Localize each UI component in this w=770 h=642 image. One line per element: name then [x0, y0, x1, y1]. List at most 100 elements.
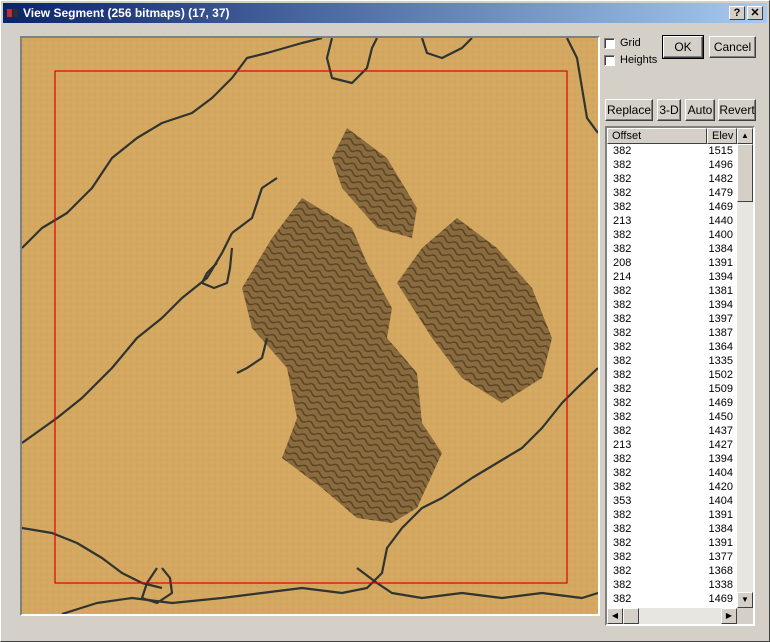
list-item[interactable]: 382 1335	[607, 354, 737, 368]
elev-cell: 1335	[708, 355, 733, 367]
elev-cell: 1394	[708, 271, 733, 283]
list-item[interactable]: 382 1482	[607, 172, 737, 186]
scrollbar-corner	[737, 608, 753, 624]
elev-cell: 1394	[708, 299, 733, 311]
list-item[interactable]: 382 1338	[607, 578, 737, 592]
scroll-up-icon[interactable]: ▲	[737, 128, 753, 144]
elev-cell: 1515	[708, 145, 733, 157]
title-bar[interactable]: View Segment (256 bitmaps) (17, 37) ? ✕	[3, 3, 767, 23]
offset-cell: 382	[613, 285, 632, 297]
list-item[interactable]: 382 1391	[607, 536, 737, 550]
list-item[interactable]: 382 1381	[607, 284, 737, 298]
list-item[interactable]: 382 1384	[607, 522, 737, 536]
list-item[interactable]: 382 1387	[607, 326, 737, 340]
list-item[interactable]: 382 1469	[607, 200, 737, 214]
vertical-scrollbar[interactable]: ▲ ▼	[737, 128, 753, 608]
elev-cell: 1427	[708, 439, 733, 451]
hscroll-thumb[interactable]	[623, 608, 639, 624]
list-item[interactable]: 382 1437	[607, 424, 737, 438]
list-item[interactable]: 213 1440	[607, 214, 737, 228]
offset-cell: 214	[613, 271, 632, 283]
list-item[interactable]: 382 1394	[607, 452, 737, 466]
scroll-right-icon[interactable]: ▶	[721, 608, 737, 624]
list-item[interactable]: 382 1502	[607, 368, 737, 382]
app-icon	[7, 9, 18, 17]
elev-cell: 1469	[708, 397, 733, 409]
offset-cell: 382	[613, 565, 632, 577]
offset-cell: 382	[613, 425, 632, 437]
elev-cell: 1440	[708, 215, 733, 227]
list-item[interactable]: 208 1391	[607, 256, 737, 270]
scroll-down-icon[interactable]: ▼	[737, 592, 753, 608]
list-item[interactable]: 382 1368	[607, 564, 737, 578]
revert-button[interactable]: Revert	[718, 99, 756, 121]
scroll-thumb[interactable]	[737, 144, 753, 202]
offset-elevation-list[interactable]: Offset Elev 382 1515 382 1496 382 1482 382 1479…	[605, 126, 755, 626]
close-button[interactable]: ✕	[747, 6, 763, 20]
elev-cell: 1420	[708, 481, 733, 493]
list-item[interactable]: 382 1384	[607, 242, 737, 256]
elev-cell: 1469	[708, 593, 733, 605]
list-item[interactable]: 382 1469	[607, 592, 737, 606]
list-item[interactable]: 382 1450	[607, 410, 737, 424]
list-item[interactable]: 382 1364	[607, 340, 737, 354]
offset-cell: 382	[613, 341, 632, 353]
list-item[interactable]: 213 1427	[607, 438, 737, 452]
column-header-elev[interactable]: Elev	[707, 128, 737, 144]
heights-label: Heights	[620, 54, 658, 66]
list-item[interactable]: 214 1394	[607, 270, 737, 284]
elev-cell: 1391	[708, 509, 733, 521]
list-item[interactable]: 382 1397	[607, 312, 737, 326]
list-item[interactable]: 382 1400	[607, 228, 737, 242]
terrain-viewport[interactable]	[20, 36, 600, 616]
elev-cell: 1391	[708, 257, 733, 269]
elev-cell: 1502	[708, 369, 733, 381]
list-item[interactable]: 382 1420	[607, 480, 737, 494]
elev-cell: 1377	[708, 551, 733, 563]
offset-cell: 382	[613, 453, 632, 465]
offset-cell: 382	[613, 159, 632, 171]
horizontal-scrollbar[interactable]: ◀ ▶	[607, 608, 753, 624]
grid-option[interactable]: Grid	[604, 36, 641, 50]
offset-cell: 213	[613, 215, 632, 227]
offset-cell: 213	[613, 439, 632, 451]
offset-cell: 382	[613, 313, 632, 325]
list-item[interactable]: 382 1391	[607, 508, 737, 522]
column-header-offset[interactable]: Offset	[607, 128, 707, 144]
elev-cell: 1450	[708, 411, 733, 423]
grid-checkbox[interactable]	[604, 37, 615, 49]
offset-cell: 208	[613, 257, 632, 269]
offset-cell: 382	[613, 355, 632, 367]
list-item[interactable]: 382 1479	[607, 186, 737, 200]
offset-cell: 382	[613, 579, 632, 591]
elev-cell: 1404	[708, 495, 733, 507]
elev-cell: 1437	[708, 425, 733, 437]
list-item[interactable]: 382 1515	[607, 144, 737, 158]
window-title: View Segment (256 bitmaps) (17, 37)	[23, 6, 230, 20]
cancel-button[interactable]: Cancel	[709, 36, 756, 58]
list-item[interactable]: 353 1404	[607, 494, 737, 508]
list-item[interactable]: 382 1377	[607, 550, 737, 564]
list-item[interactable]: 382 1509	[607, 382, 737, 396]
list-item[interactable]: 382 1496	[607, 158, 737, 172]
elev-cell: 1384	[708, 523, 733, 535]
ok-button[interactable]: OK	[662, 35, 704, 59]
list-item[interactable]: 382 1394	[607, 298, 737, 312]
auto-button[interactable]: Auto	[685, 99, 715, 121]
elev-cell: 1469	[708, 201, 733, 213]
heights-option[interactable]: Heights	[604, 53, 657, 67]
list-item[interactable]: 382 1469	[607, 396, 737, 410]
elev-cell: 1338	[708, 579, 733, 591]
offset-cell: 382	[613, 383, 632, 395]
help-button[interactable]: ?	[729, 6, 745, 20]
offset-cell: 382	[613, 229, 632, 241]
offset-cell: 353	[613, 495, 632, 507]
elev-cell: 1509	[708, 383, 733, 395]
heights-checkbox[interactable]	[604, 54, 615, 66]
replace-button[interactable]: Replace	[605, 99, 653, 121]
list-item[interactable]: 382 1404	[607, 466, 737, 480]
3d-button[interactable]: 3-D	[657, 99, 681, 121]
offset-cell: 382	[613, 411, 632, 423]
offset-cell: 382	[613, 173, 632, 185]
scroll-left-icon[interactable]: ◀	[607, 608, 623, 624]
